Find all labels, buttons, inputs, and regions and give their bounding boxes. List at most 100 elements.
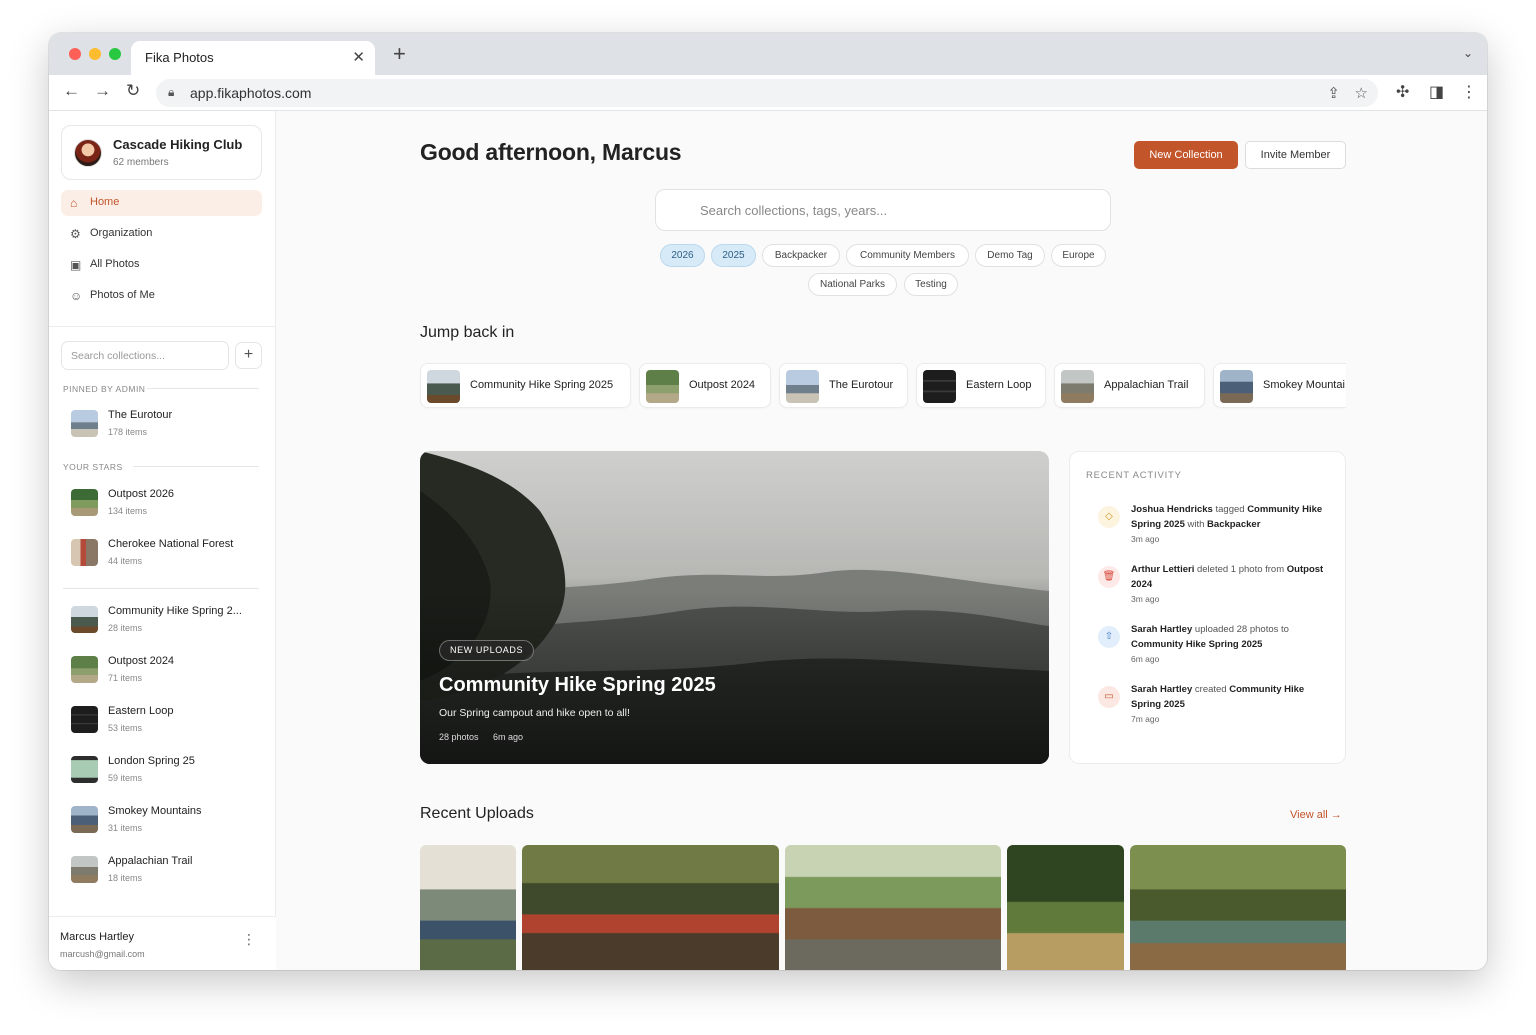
user-profile[interactable]: Marcus Hartley marcush@gmail.com ⋮ [49, 916, 276, 970]
divider [49, 326, 276, 327]
divider [63, 588, 259, 589]
page-title: Good afternoon, Marcus [420, 139, 682, 165]
address-bar: ← → ↻ 🔒︎ app.fikaphotos.com ⇪ ☆ ✣ ◨ ⋮ [49, 75, 1487, 111]
invite-member-button[interactable]: Invite Member [1245, 141, 1346, 169]
tag-chip[interactable]: Testing [904, 273, 958, 296]
sidebar-collection[interactable]: Smokey Mountains 31 items [63, 800, 263, 840]
tag-chip[interactable]: Demo Tag [975, 244, 1045, 267]
collection-name: Appalachian Trail [108, 855, 193, 867]
hero-title: Community Hike Spring 2025 [439, 674, 716, 696]
sidebar-collection[interactable]: London Spring 25 59 items [63, 750, 263, 790]
hero-photo-count: 28 photos [439, 732, 479, 742]
tab-bar: Fika Photos ✕ + ⌄ [49, 33, 1487, 75]
divider [133, 466, 259, 467]
tab-close-icon[interactable]: ✕ [352, 48, 365, 66]
jump-card[interactable]: Smokey Mountai [1213, 363, 1346, 408]
new-collection-button[interactable]: New Collection [1134, 141, 1238, 169]
tag-chip[interactable]: 2025 [711, 244, 756, 267]
collection-name: Eastern Loop [108, 705, 174, 717]
activity-time: 3m ago [1131, 594, 1160, 604]
activity-text: Joshua Hendricks tagged Community Hike S… [1131, 504, 1323, 530]
reload-icon[interactable]: ↻ [126, 82, 140, 99]
recent-upload-photo[interactable] [522, 845, 779, 970]
browser-window: Fika Photos ✕ + ⌄ ← → ↻ 🔒︎ app.fikaphoto… [49, 33, 1487, 970]
collection-count: 134 items [108, 506, 148, 516]
sidebar-item-home[interactable]: ⌂ Home [61, 190, 262, 216]
close-window-button[interactable] [69, 48, 81, 60]
jump-card-name: Outpost 2024 [689, 379, 756, 391]
view-all-link[interactable]: View all → [1290, 809, 1342, 821]
sidebar-item-label: Home [90, 196, 120, 208]
maximize-window-button[interactable] [109, 48, 121, 60]
recent-uploads-title: Recent Uploads [420, 805, 534, 822]
collection-search-input[interactable]: Search collections... [61, 341, 229, 370]
recent-upload-photo[interactable] [1130, 845, 1346, 970]
sidebar-collection[interactable]: The Eurotour 178 items [63, 404, 263, 444]
sidepanel-icon[interactable]: ◨ [1429, 82, 1444, 102]
tab-list-chevron-icon[interactable]: ⌄ [1463, 46, 1473, 60]
share-icon[interactable]: ⇪ [1327, 84, 1340, 102]
add-collection-button[interactable]: + [235, 342, 262, 369]
sidebar-collection[interactable]: Appalachian Trail 18 items [63, 850, 263, 890]
collection-count: 53 items [108, 723, 143, 733]
jump-card[interactable]: Community Hike Spring 2025 [420, 363, 631, 408]
jump-card[interactable]: The Eurotour [779, 363, 908, 408]
stars-section-label: YOUR STARS [63, 462, 123, 472]
back-arrow-icon[interactable]: ← [63, 82, 80, 99]
sidebar-item-organization[interactable]: ⚙ Organization [61, 221, 262, 247]
jump-card[interactable]: Appalachian Trail [1054, 363, 1205, 408]
collection-thumbnail [71, 706, 98, 733]
hero-description: Our Spring campout and hike open to all! [439, 707, 630, 719]
minimize-window-button[interactable] [89, 48, 101, 60]
url-field[interactable]: 🔒︎ app.fikaphotos.com ⇪ ☆ [156, 79, 1378, 107]
jump-card-name: Community Hike Spring 2025 [470, 379, 614, 391]
collection-thumbnail [71, 489, 98, 516]
collection-name: Community Hike Spring 2... [108, 605, 242, 617]
more-vertical-icon[interactable]: ⋮ [242, 931, 256, 948]
collection-thumbnail [71, 806, 98, 833]
sidebar-collection[interactable]: Outpost 2026 134 items [63, 483, 263, 523]
collection-count: 44 items [108, 556, 143, 566]
extensions-icon[interactable]: ✣ [1396, 82, 1409, 102]
collection-thumbnail [427, 370, 460, 403]
featured-collection-card[interactable]: NEW UPLOADS Community Hike Spring 2025 O… [420, 451, 1049, 764]
browser-tab[interactable]: Fika Photos ✕ [131, 41, 375, 75]
tag-chip[interactable]: Community Members [846, 244, 969, 267]
image-icon: ▣ [70, 258, 82, 272]
sidebar-collection[interactable]: Community Hike Spring 2... 28 items [63, 600, 263, 640]
jump-card[interactable]: Eastern Loop [916, 363, 1046, 408]
collection-thumbnail [1061, 370, 1094, 403]
tag-chip[interactable]: Europe [1051, 244, 1106, 267]
recent-upload-photo[interactable] [785, 845, 1001, 970]
sidebar-collection[interactable]: Cherokee National Forest 44 items [63, 533, 263, 573]
collection-name: The Eurotour [108, 409, 173, 421]
forward-arrow-icon[interactable]: → [94, 82, 111, 99]
sidebar-item-photos-of-me[interactable]: ☺ Photos of Me [61, 283, 262, 309]
club-avatar [74, 139, 102, 167]
sidebar-item-label: All Photos [90, 258, 140, 270]
activity-time: 7m ago [1131, 714, 1160, 724]
url-text: app.fikaphotos.com [190, 85, 312, 101]
gear-icon: ⚙ [70, 227, 81, 241]
recent-upload-photo[interactable] [420, 845, 516, 970]
jump-card[interactable]: Outpost 2024 [639, 363, 771, 408]
sidebar-collection[interactable]: Eastern Loop 53 items [63, 700, 263, 740]
jump-card-name: The Eurotour [829, 379, 894, 391]
bookmark-star-icon[interactable]: ☆ [1355, 84, 1368, 102]
collection-thumbnail [1220, 370, 1253, 403]
tag-chip[interactable]: National Parks [808, 273, 897, 296]
tag-chip[interactable]: Backpacker [762, 244, 840, 267]
jump-back-title: Jump back in [420, 324, 515, 341]
tag-chip[interactable]: 2026 [660, 244, 705, 267]
browser-menu-icon[interactable]: ⋮ [1461, 82, 1477, 102]
sidebar-item-all-photos[interactable]: ▣ All Photos [61, 252, 262, 278]
tag-icon: ◇ [1098, 506, 1120, 528]
collection-thumbnail [923, 370, 956, 403]
sidebar-collection[interactable]: Outpost 2024 71 items [63, 650, 263, 690]
activity-title: RECENT ACTIVITY [1086, 470, 1182, 481]
club-switcher[interactable]: Cascade Hiking Club 62 members [61, 125, 262, 180]
tab-title: Fika Photos [145, 50, 214, 65]
new-tab-icon[interactable]: + [393, 43, 406, 65]
recent-upload-photo[interactable] [1007, 845, 1124, 970]
main-search-input[interactable]: Search collections, tags, years... [655, 189, 1111, 231]
